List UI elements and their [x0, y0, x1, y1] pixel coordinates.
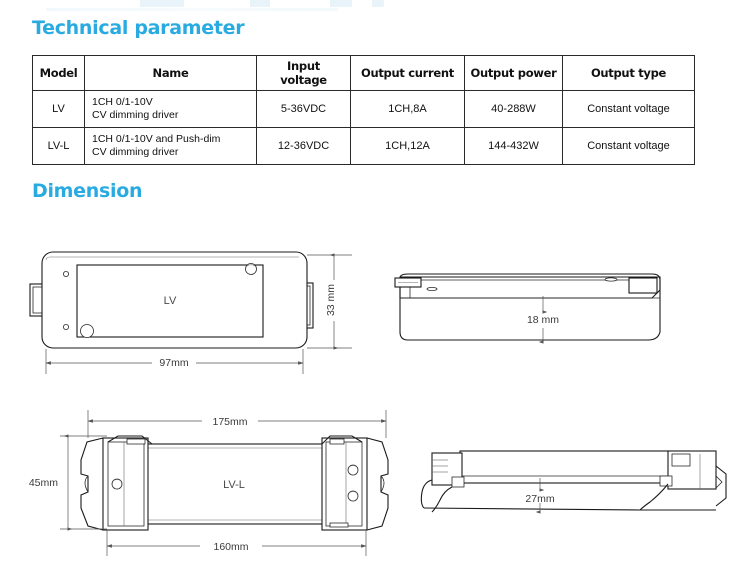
cell-name-line2: CV dimming driver [92, 109, 179, 121]
table-row: LV 1CH 0/1-10V CV dimming driver 5-36VDC… [32, 90, 695, 128]
cell-output-power: 144-432W [464, 127, 563, 165]
cell-name-line1: 1CH 0/1-10V and Push-dim [92, 133, 221, 145]
column-header-output-current: Output current [350, 55, 465, 91]
page-top-cutoff-strip [0, 0, 744, 12]
dimension-label-lvl-body-length: 160mm [213, 541, 248, 553]
section-heading-technical-parameter: Technical parameter [32, 17, 245, 39]
cell-name: 1CH 0/1-10V CV dimming driver [84, 90, 257, 128]
column-header-input-voltage: Input voltage [256, 55, 351, 91]
section-heading-dimension: Dimension [32, 180, 143, 202]
table-row: LV-L 1CH 0/1-10V and Push-dim CV dimming… [32, 127, 695, 165]
cell-name-line2: CV dimming driver [92, 146, 179, 158]
column-header-output-power: Output power [464, 55, 563, 91]
dimension-label-lvl-height: 45mm [29, 477, 58, 489]
cell-output-current: 1CH,8A [350, 90, 465, 128]
dimension-label-lv-height: 33 mm [325, 284, 337, 316]
column-header-model: Model [32, 55, 85, 91]
drawing-label-lv: LV [164, 295, 177, 307]
cell-name: 1CH 0/1-10V and Push-dim CV dimming driv… [84, 127, 257, 165]
cell-output-type: Constant voltage [562, 90, 695, 128]
cell-input-voltage: 5-36VDC [256, 90, 351, 128]
cell-name-line1: 1CH 0/1-10V [92, 96, 153, 108]
dimension-drawings-area: LV 33 mm 97mm 18 mm LV-L 175mm 160mm 45m… [0, 208, 744, 561]
cell-model: LV [32, 90, 85, 128]
dimension-label-lvl-thickness: 27mm [525, 493, 554, 505]
technical-parameter-table: Model Name Input voltage Output current … [32, 55, 695, 165]
dimension-label-lvl-overall-length: 175mm [212, 416, 247, 428]
drawing-lvl-side-view: 27mm [420, 450, 727, 514]
column-header-name: Name [84, 55, 257, 91]
cell-output-current: 1CH,12A [350, 127, 465, 165]
drawing-lv-top-view: LV 33 mm 97mm [29, 251, 352, 374]
cell-output-type: Constant voltage [562, 127, 695, 165]
drawing-label-lvl: LV-L [223, 479, 245, 491]
drawing-lv-side-view: 18 mm [394, 273, 661, 344]
dimension-label-lv-width: 97mm [159, 357, 188, 369]
dimension-label-lv-thickness: 18 mm [527, 314, 559, 326]
table-header-row: Model Name Input voltage Output current … [32, 55, 695, 91]
cell-model: LV-L [32, 127, 85, 165]
cell-input-voltage: 12-36VDC [256, 127, 351, 165]
column-header-output-type: Output type [562, 55, 695, 91]
drawing-lvl-top-view: LV-L 175mm 160mm 45mm [29, 410, 389, 556]
cell-output-power: 40-288W [464, 90, 563, 128]
